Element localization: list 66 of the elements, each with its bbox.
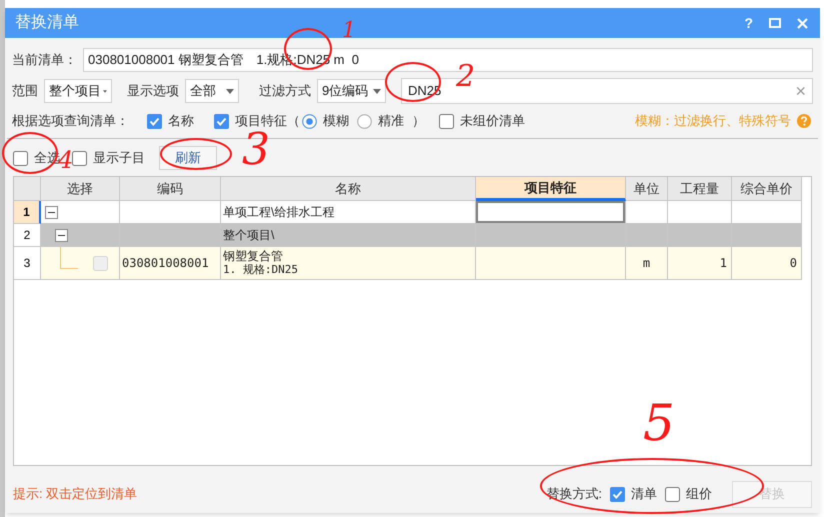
checkbox[interactable] (665, 486, 680, 502)
radio-button[interactable] (302, 114, 317, 128)
table-cell: 钢塑复合管 1. 规格:DN25 (221, 247, 476, 280)
row-number: 3 (14, 247, 41, 280)
close-icon[interactable] (797, 18, 808, 28)
maximize-icon[interactable] (769, 18, 781, 28)
hint-text: 模糊：过滤换行、特殊符号 (635, 112, 791, 130)
column-header[interactable]: 编码 (120, 177, 221, 201)
field-label: 范围 (12, 82, 38, 100)
radio-button[interactable] (357, 114, 372, 128)
column-header[interactable]: 工程量 (668, 177, 732, 201)
hint-text: 提示: 双击定位到清单 (13, 485, 138, 504)
table-cell: 0 (732, 247, 802, 280)
checkbox-label: 组价 (686, 485, 712, 504)
field-label: 当前清单： (12, 51, 77, 70)
query-label: 根据选项查询清单： (12, 112, 129, 130)
radio-label: 模糊 (323, 112, 349, 130)
checkbox-label: 未组价清单 (460, 112, 525, 130)
field-label: 显示选项 (127, 82, 179, 100)
table-cell: 1 (668, 247, 732, 280)
dropdown[interactable]: 9位编码 (317, 79, 386, 103)
caret-icon (103, 88, 107, 94)
help-icon[interactable] (797, 114, 811, 128)
collapse-icon[interactable] (55, 228, 68, 242)
annotation-number: 4 (58, 148, 74, 172)
tree-line (60, 247, 78, 269)
table-cell: 整个项目\ (221, 224, 476, 247)
annotation-number: 3 (242, 128, 270, 172)
checkbox[interactable] (439, 114, 454, 128)
dropdown[interactable]: 整个项目 (44, 79, 112, 103)
table-cell (668, 201, 732, 224)
column-header[interactable]: 项目特征 (476, 177, 626, 201)
column-header[interactable]: 选择 (41, 177, 120, 201)
checkbox[interactable] (147, 114, 162, 128)
parenthesis: （ (287, 112, 300, 130)
refresh-button[interactable]: 刷新 (159, 146, 217, 170)
window-title: 替换清单 (15, 12, 79, 33)
table-cell: 030801008001 (120, 247, 221, 280)
annotation-number: 1 (342, 20, 356, 42)
column-header[interactable]: 综合单价 (732, 177, 802, 201)
checkbox-label: 项目特征 (235, 112, 287, 130)
checkbox-label: 名称 (168, 112, 194, 130)
row-number: 2 (14, 224, 41, 247)
annotation-circle (2, 132, 58, 174)
caret-icon (226, 88, 234, 94)
parenthesis: ） (412, 112, 425, 130)
checkbox[interactable] (72, 150, 87, 166)
table-cell: 单项工程\给排水工程 (221, 201, 476, 224)
annotation-circle (160, 138, 232, 170)
checkbox[interactable] (13, 150, 28, 166)
annotation-number: 5 (643, 398, 675, 448)
row-number: 1 (14, 201, 41, 224)
checkbox-label: 清单 (631, 485, 657, 504)
checkbox-label: 显示子目 (93, 149, 145, 168)
table-cell: m (626, 247, 668, 280)
column-header[interactable]: 单位 (626, 177, 668, 201)
radio-label: 精准 (378, 112, 404, 130)
collapse-icon[interactable] (45, 206, 58, 218)
checkbox[interactable] (214, 114, 229, 128)
column-header[interactable]: 名称 (221, 177, 476, 201)
checkbox[interactable] (610, 486, 625, 502)
table-cell (732, 201, 802, 224)
field-label: 过滤方式 (259, 82, 311, 100)
dropdown[interactable]: 全部 (185, 79, 239, 103)
table-cell (732, 224, 802, 247)
caret-icon (373, 88, 381, 94)
